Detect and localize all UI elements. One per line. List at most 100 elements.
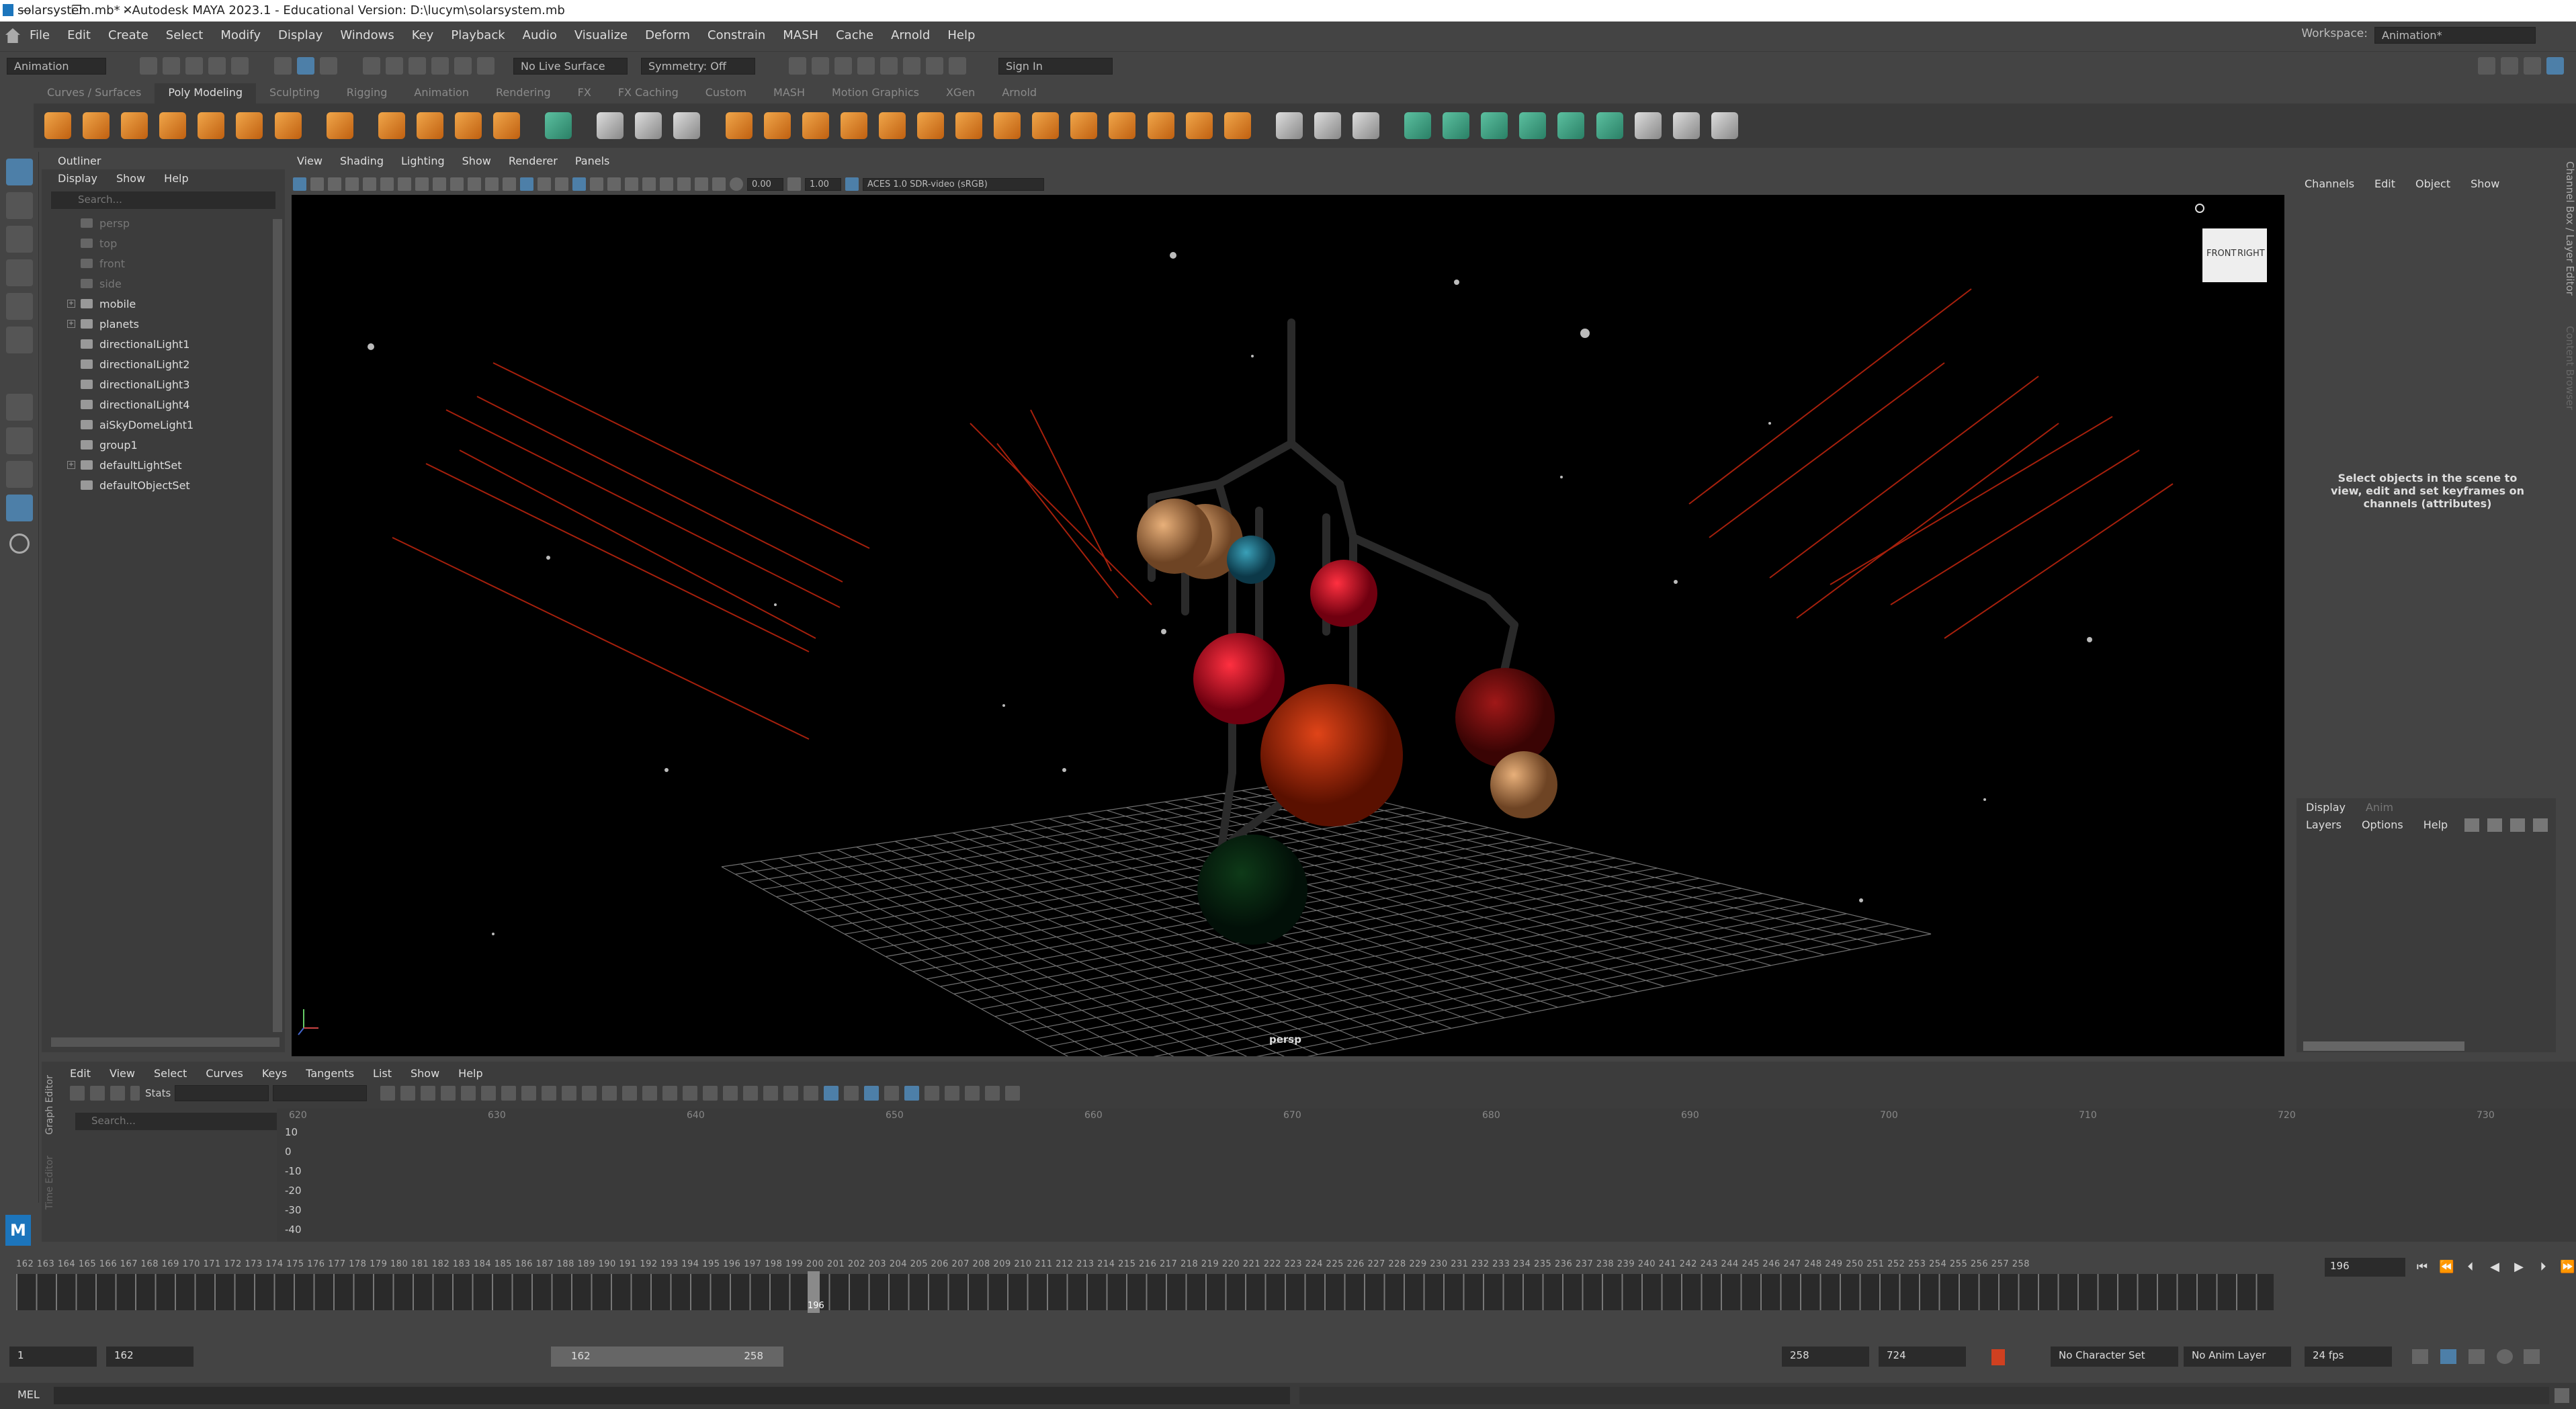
menu-audio[interactable]: Audio [523,28,557,42]
poly-type-icon[interactable] [454,112,482,139]
move-key-icon[interactable] [70,1086,85,1101]
current-frame-field[interactable]: 196 [2325,1258,2405,1277]
cached-playback-icon[interactable] [2440,1349,2456,1364]
spherical-map-icon[interactable] [1481,112,1508,139]
step-tangent-icon[interactable] [542,1086,557,1101]
snap-grid-icon[interactable] [363,57,380,75]
expand-icon[interactable]: + [67,300,75,308]
normalize-icon[interactable] [743,1086,759,1101]
attribute-editor-icon[interactable] [2501,57,2518,75]
extract-icon[interactable] [802,112,829,139]
animation-end-field[interactable]: 724 [1879,1347,1966,1367]
auto-key-icon[interactable] [1991,1349,2005,1365]
snap-view-icon[interactable] [431,57,449,75]
pause-icon[interactable] [949,57,966,75]
new-layer-icon[interactable] [2510,818,2525,832]
resolution-gate-icon[interactable] [433,177,446,191]
outliner-item[interactable]: aiSkyDomeLight1 [42,415,285,435]
snap-curve-icon[interactable] [386,57,403,75]
shelf-tab-rendering[interactable]: Rendering [482,83,564,103]
image-plane-icon[interactable] [345,177,359,191]
boolean-icon[interactable] [725,112,753,139]
dope-sheet-icon[interactable] [844,1086,859,1101]
outliner-layout-icon[interactable] [6,495,33,521]
quadrangulate-icon[interactable] [1147,112,1174,139]
outliner-scrollbar[interactable] [273,219,282,1032]
view-transform-dropdown[interactable]: ACES 1.0 SDR-video (sRGB) [863,177,1044,191]
value-snap-icon[interactable] [723,1086,738,1101]
channel-menu-object[interactable]: Object [2415,177,2450,190]
channel-menu-show[interactable]: Show [2471,177,2499,190]
graph-menu-edit[interactable]: Edit [70,1067,91,1080]
menu-edit[interactable]: Edit [67,28,91,42]
tangent-display-icon[interactable] [945,1086,960,1101]
xray-joints-icon[interactable] [712,177,726,191]
planet-red[interactable] [1193,633,1285,724]
frame-all-icon[interactable] [380,1086,396,1101]
menu-display[interactable]: Display [278,28,323,42]
current-frame-marker[interactable]: 196 [808,1271,824,1313]
layout-uv-icon[interactable] [1711,112,1738,139]
insert-edge-loop-icon[interactable] [1314,112,1341,139]
render-settings-icon[interactable] [857,57,875,75]
play-forward-icon[interactable]: ▶ [2511,1260,2526,1275]
safe-action-icon[interactable] [485,177,499,191]
outliner-item[interactable]: directionalLight2 [42,354,285,374]
wireframe-on-shaded-icon[interactable] [555,177,568,191]
viewcube-front[interactable]: FRONT [2206,249,2236,259]
shelf-tab-curves-surfaces[interactable]: Curves / Surfaces [34,83,155,103]
gate-mask-icon[interactable] [450,177,464,191]
sew-uv-icon[interactable] [1596,112,1623,139]
svg-icon[interactable] [493,112,521,139]
uv-editor-icon[interactable] [545,112,572,139]
symmetry-dropdown[interactable]: Symmetry: Off [641,57,755,75]
viewport-menu-shading[interactable]: Shading [340,155,384,167]
outliner-menu-display[interactable]: Display [58,172,97,185]
break-tangent-icon[interactable] [602,1086,617,1101]
anti-aliasing-icon[interactable] [660,177,673,191]
outliner-item[interactable]: + defaultLightSet [42,455,285,475]
planet-tan[interactable] [1490,751,1557,818]
graph-curve-area[interactable]: 620 630 640 650 660 670 680 690 700 710 720 730 10 0… [277,1109,2576,1242]
save-scene-icon[interactable] [185,57,203,75]
lasso-tool-icon[interactable] [6,192,33,219]
shelf-tab-sculpting[interactable]: Sculpting [256,83,333,103]
channel-box-layer-tab[interactable]: Channel Box / Layer Editor [2564,161,2576,296]
menu-file[interactable]: File [30,28,50,42]
isolate-select-icon[interactable] [677,177,691,191]
unify-tangent-icon[interactable] [622,1086,638,1101]
bookmarks-icon[interactable] [328,177,341,191]
step-forward-key-icon[interactable]: ⏩ [2560,1260,2575,1275]
poly-cylinder-icon[interactable] [121,112,148,139]
fill-hole-icon[interactable] [955,112,983,139]
menu-arnold[interactable]: Arnold [891,28,930,42]
ipr-render-icon[interactable] [834,57,852,75]
new-layer-selected-icon[interactable] [2533,818,2548,832]
multi-cut-icon[interactable] [1275,112,1303,139]
search-icon[interactable] [9,533,30,554]
layout-icon[interactable] [6,461,33,488]
workspace-dropdown[interactable]: Animation* [2374,27,2536,44]
viewport-menu-lighting[interactable]: Lighting [401,155,445,167]
clamped-tangent-icon[interactable] [481,1086,497,1101]
menu-select[interactable]: Select [166,28,204,42]
use-lights-icon[interactable] [590,177,603,191]
layer-menu-help[interactable]: Help [2423,818,2448,831]
script-editor-icon[interactable] [2554,1388,2569,1403]
unfold-icon[interactable] [1672,112,1700,139]
shelf-tab-mash[interactable]: MASH [760,83,818,103]
layer-tab-display[interactable]: Display [2306,801,2346,814]
open-scene-icon[interactable] [163,57,180,75]
expand-icon[interactable]: + [67,320,75,328]
menu-mash[interactable]: MASH [783,28,818,42]
channel-box-toggle-icon[interactable] [2546,57,2564,75]
playblast-icon[interactable] [926,57,943,75]
film-gate-icon[interactable] [415,177,429,191]
channel-menu-channels[interactable]: Channels [2305,177,2354,190]
step-back-key-icon[interactable]: ⏪ [2439,1260,2454,1275]
graph-menu-list[interactable]: List [373,1067,392,1080]
offset-edge-loop-icon[interactable] [1353,112,1379,139]
viewport-menu-renderer[interactable]: Renderer [509,155,558,167]
layer-menu-options[interactable]: Options [2362,818,2403,831]
menu-cache[interactable]: Cache [836,28,873,42]
